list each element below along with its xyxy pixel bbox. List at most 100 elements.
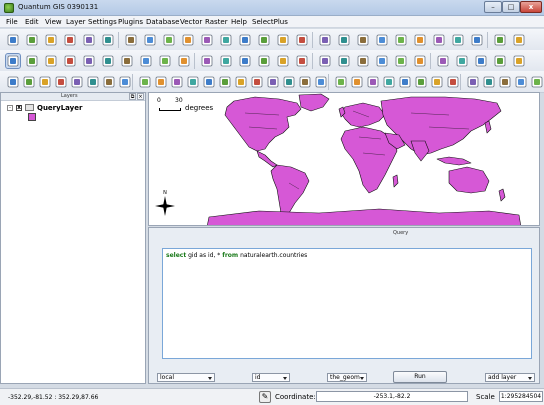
digitize-leaf-icon[interactable] bbox=[86, 75, 100, 89]
menu-edit[interactable]: Edit bbox=[25, 18, 39, 26]
pan-to-selection-icon[interactable] bbox=[25, 54, 39, 68]
delete-selected-icon[interactable] bbox=[219, 33, 233, 47]
map-tips-icon[interactable] bbox=[318, 54, 332, 68]
close-button[interactable]: x bbox=[520, 1, 542, 13]
coordinate-capture-icon[interactable] bbox=[6, 75, 20, 89]
zoom-actual-icon[interactable] bbox=[139, 54, 153, 68]
paste-features-icon[interactable] bbox=[276, 33, 290, 47]
menu-database[interactable]: Database bbox=[146, 18, 179, 26]
node-tool-icon[interactable] bbox=[200, 33, 214, 47]
deselect-icon[interactable] bbox=[257, 54, 271, 68]
collapse-icon[interactable]: - bbox=[7, 105, 13, 111]
reload-icon[interactable] bbox=[298, 75, 312, 89]
heatmap-icon[interactable] bbox=[154, 75, 168, 89]
select-icon[interactable] bbox=[238, 54, 252, 68]
add-layer-select[interactable]: add layer bbox=[485, 373, 535, 382]
pan-icon[interactable] bbox=[5, 53, 21, 69]
coordinate-field[interactable]: -253.1,-82.2 bbox=[316, 391, 468, 402]
spit-icon[interactable] bbox=[202, 75, 216, 89]
r-icon[interactable] bbox=[266, 75, 280, 89]
help-icon[interactable] bbox=[512, 33, 526, 47]
roadgraph-icon[interactable] bbox=[170, 75, 184, 89]
label-tool-icon[interactable] bbox=[70, 75, 84, 89]
zoom-next-icon[interactable] bbox=[177, 54, 191, 68]
georef-icon[interactable] bbox=[54, 75, 68, 89]
menu-file[interactable]: File bbox=[6, 18, 18, 26]
abc-icon[interactable] bbox=[350, 75, 364, 89]
add-mssql-icon[interactable] bbox=[375, 33, 389, 47]
label-icon[interactable] bbox=[394, 54, 408, 68]
cut-features-icon[interactable] bbox=[238, 33, 252, 47]
menu-vector[interactable]: Vector bbox=[180, 18, 202, 26]
grass-icon[interactable] bbox=[430, 75, 444, 89]
show-bookmarks-icon[interactable] bbox=[356, 54, 370, 68]
zonal-stats-icon[interactable] bbox=[250, 75, 264, 89]
identify-icon[interactable] bbox=[219, 54, 233, 68]
topology-icon[interactable] bbox=[234, 75, 248, 89]
menu-selectplus[interactable]: SelectPlus bbox=[252, 18, 288, 26]
zoom-full-icon[interactable] bbox=[82, 54, 96, 68]
settings-icon[interactable] bbox=[436, 54, 450, 68]
delete-icon[interactable] bbox=[446, 75, 460, 89]
scale-field[interactable]: 1:295284504 bbox=[499, 391, 543, 402]
map-canvas[interactable]: 0 30 degrees N bbox=[148, 92, 540, 226]
color-icon[interactable] bbox=[498, 75, 512, 89]
pin-icon[interactable] bbox=[398, 75, 412, 89]
attribute-table-icon[interactable] bbox=[276, 54, 290, 68]
add-vector-icon[interactable] bbox=[295, 33, 309, 47]
close-panel-button[interactable]: × bbox=[137, 93, 144, 100]
new-project-icon[interactable] bbox=[6, 33, 20, 47]
add-raster-icon[interactable] bbox=[318, 33, 332, 47]
composer-manager-icon[interactable] bbox=[101, 33, 115, 47]
add-wfs-icon[interactable] bbox=[432, 33, 446, 47]
print-composer-icon[interactable] bbox=[82, 33, 96, 47]
copy-features-icon[interactable] bbox=[257, 33, 271, 47]
open-project-icon[interactable] bbox=[25, 33, 39, 47]
sql-editor[interactable]: select gid as id, * from naturalearth.co… bbox=[162, 248, 532, 359]
add-postgis-icon[interactable] bbox=[337, 33, 351, 47]
menu-raster[interactable]: Raster bbox=[205, 18, 228, 26]
menu-layer[interactable]: Layer bbox=[66, 18, 86, 26]
zoom-out-icon[interactable] bbox=[63, 54, 77, 68]
ruler-icon[interactable] bbox=[514, 75, 528, 89]
grid-icon[interactable] bbox=[38, 75, 52, 89]
menu-help[interactable]: Help bbox=[231, 18, 247, 26]
id-column-select[interactable]: id bbox=[252, 373, 290, 382]
add-spatialite-icon[interactable] bbox=[356, 33, 370, 47]
save-project-icon[interactable] bbox=[44, 33, 58, 47]
measure-icon[interactable] bbox=[295, 54, 309, 68]
menu-view[interactable]: View bbox=[45, 18, 62, 26]
menu-plugins[interactable]: Plugins bbox=[118, 18, 143, 26]
chart-icon[interactable] bbox=[414, 75, 428, 89]
new-spatialite-icon[interactable] bbox=[470, 33, 484, 47]
save-edits-icon[interactable] bbox=[143, 33, 157, 47]
maximize-button[interactable]: □ bbox=[502, 1, 520, 13]
remove-layer-icon[interactable] bbox=[493, 33, 507, 47]
gps-icon[interactable] bbox=[493, 54, 507, 68]
sextante-icon[interactable] bbox=[314, 75, 328, 89]
flag-icon[interactable] bbox=[382, 75, 396, 89]
digitize-icon[interactable] bbox=[124, 33, 138, 47]
help-tool-icon[interactable] bbox=[334, 75, 348, 89]
zoom-last-icon[interactable] bbox=[158, 54, 172, 68]
float-panel-button[interactable]: ⧉ bbox=[129, 93, 136, 100]
menu-settings[interactable]: Settings bbox=[88, 18, 117, 26]
new-shapefile-icon[interactable] bbox=[451, 33, 465, 47]
minimize-button[interactable]: – bbox=[484, 1, 502, 13]
new-bookmark-icon[interactable] bbox=[337, 54, 351, 68]
geom-column-select[interactable]: the_geom bbox=[327, 373, 367, 382]
move-feature-icon[interactable] bbox=[181, 33, 195, 47]
text-annotation-icon[interactable] bbox=[375, 54, 389, 68]
layer-visibility-checkbox[interactable]: x bbox=[16, 105, 22, 111]
zoom-in-icon[interactable] bbox=[44, 54, 58, 68]
link-icon[interactable] bbox=[482, 75, 496, 89]
run-button[interactable]: Run bbox=[393, 371, 447, 383]
globe-icon[interactable] bbox=[138, 75, 152, 89]
connection-select[interactable]: local bbox=[157, 373, 215, 382]
raster-icon[interactable] bbox=[455, 54, 469, 68]
plus-icon[interactable] bbox=[366, 75, 380, 89]
add-wms-icon[interactable] bbox=[394, 33, 408, 47]
georeferencer-icon[interactable] bbox=[22, 75, 36, 89]
zoom-selection-icon[interactable] bbox=[101, 54, 115, 68]
python-icon[interactable] bbox=[413, 54, 427, 68]
